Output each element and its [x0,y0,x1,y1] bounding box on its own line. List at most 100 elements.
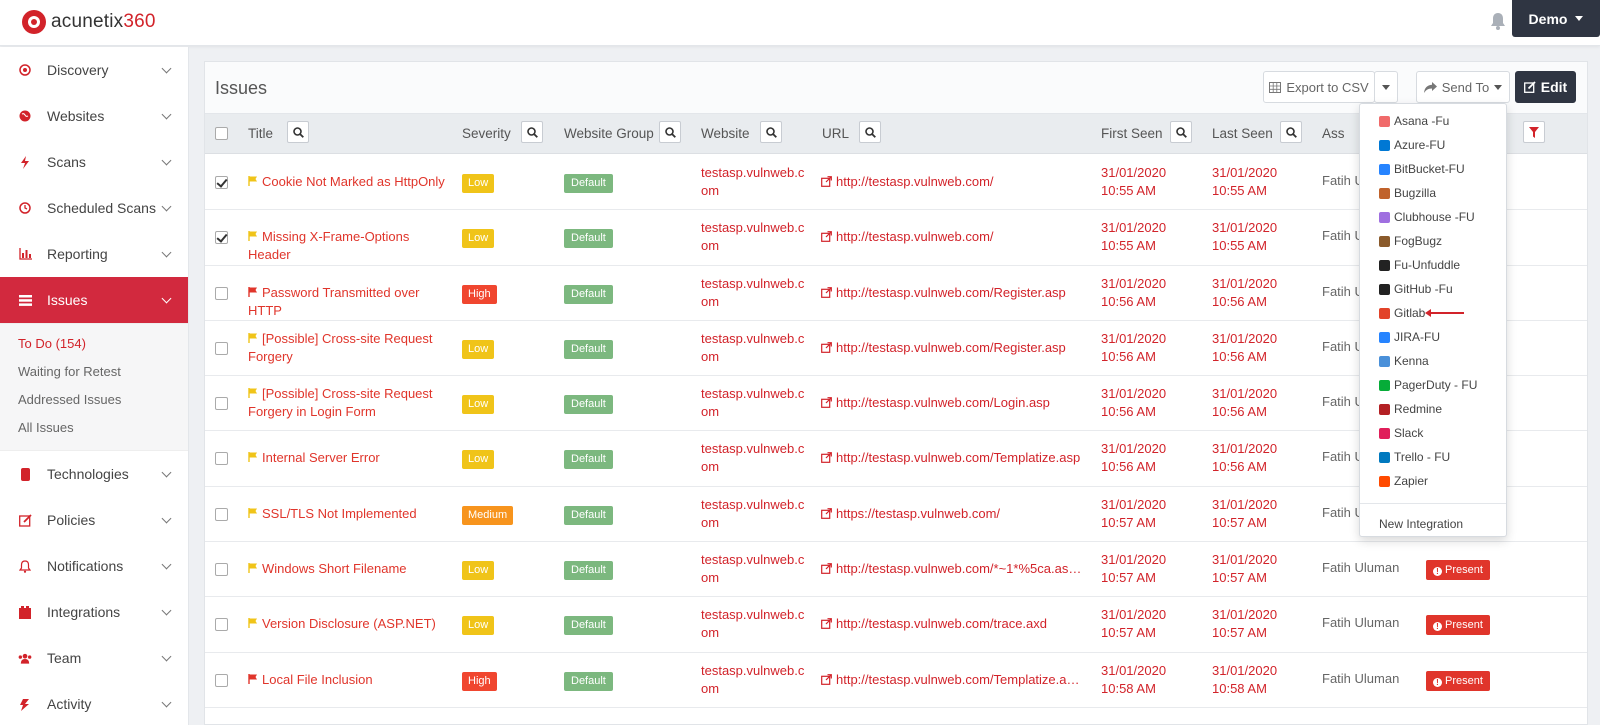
sidebar-item-discovery[interactable]: Discovery [0,47,188,93]
send-to-button[interactable]: Send To [1416,71,1510,103]
sidebar-item-issues[interactable]: Issues [0,277,188,323]
url-link[interactable]: http://testasp.vulnweb.com/Templatize.as… [821,449,1083,467]
row-checkbox[interactable] [215,618,228,632]
row-checkbox[interactable] [215,231,228,245]
export-csv-button[interactable]: Export to CSV [1263,71,1375,103]
send-to-item-jira-fu[interactable]: JIRA-FU [1360,325,1506,349]
sidebar-item-scans[interactable]: Scans [0,139,188,185]
subnav-waiting-for-retest[interactable]: Waiting for Retest [0,358,188,386]
website-link[interactable]: testasp.vulnweb.com [701,164,805,200]
sidebar-item-technologies[interactable]: Technologies [0,451,188,497]
row-checkbox[interactable] [215,397,228,411]
send-to-item-github-fu[interactable]: GitHub -Fu [1360,277,1506,301]
column-header-url[interactable]: URL [822,126,849,141]
website-group-search-button[interactable] [659,121,681,143]
url-search-button[interactable] [859,121,881,143]
edit-button[interactable]: Edit [1515,71,1576,103]
website-link[interactable]: testasp.vulnweb.com [701,385,805,421]
title-search-button[interactable] [287,121,309,143]
new-integration-item[interactable]: New Integration [1360,512,1506,536]
issue-title-link[interactable]: Missing X-Frame-Options Header [248,228,448,264]
url-link[interactable]: http://testasp.vulnweb.com/*~1*%5ca.asp.… [821,560,1083,578]
website-link[interactable]: testasp.vulnweb.com [701,551,805,587]
url-link[interactable]: http://testasp.vulnweb.com/Login.asp [821,394,1083,412]
row-checkbox[interactable] [215,673,228,687]
website-link[interactable]: testasp.vulnweb.com [701,662,805,698]
issue-title-link[interactable]: Version Disclosure (ASP.NET) [248,615,448,633]
url-link[interactable]: http://testasp.vulnweb.com/ [821,173,1083,191]
filter-button[interactable] [1523,121,1545,143]
issue-title-link[interactable]: Password Transmitted over HTTP [248,284,448,320]
user-menu-button[interactable]: Demo [1512,0,1600,37]
select-all-checkbox[interactable] [215,127,228,140]
sidebar-item-policies[interactable]: Policies [0,497,188,543]
issue-title-link[interactable]: Cookie Not Marked as HttpOnly [248,173,448,191]
column-header-first-seen[interactable]: First Seen [1101,126,1163,141]
issue-title-link[interactable]: [Possible] Cross-site Request Forgery in… [248,385,448,421]
status-badge[interactable]: !Present [1426,560,1490,581]
sidebar-item-scheduled-scans[interactable]: Scheduled Scans [0,185,188,231]
website-link[interactable]: testasp.vulnweb.com [701,330,805,366]
send-to-item-bitbucket-fu[interactable]: BitBucket-FU [1360,157,1506,181]
send-to-item-trello-fu[interactable]: Trello - FU [1360,445,1506,469]
sidebar-item-notifications[interactable]: Notifications [0,543,188,589]
send-to-item-clubhouse-fu[interactable]: Clubhouse -FU [1360,205,1506,229]
status-badge[interactable]: !Present [1426,670,1490,691]
notification-bell-icon[interactable] [1490,12,1506,30]
column-header-title[interactable]: Title [248,126,273,141]
send-to-item-fu-unfuddle[interactable]: Fu-Unfuddle [1360,253,1506,277]
row-checkbox[interactable] [215,507,228,521]
issue-title-link[interactable]: [Possible] Cross-site Request Forgery [248,330,448,366]
url-link[interactable]: https://testasp.vulnweb.com/ [821,505,1083,523]
row-checkbox[interactable] [215,341,228,355]
send-to-item-zapier[interactable]: Zapier [1360,469,1506,493]
severity-search-button[interactable] [521,121,543,143]
issue-title-link[interactable]: Local File Inclusion [248,671,448,689]
subnav-addressed-issues[interactable]: Addressed Issues [0,386,188,414]
send-to-item-gitlab[interactable]: Gitlab [1360,301,1506,325]
acunetix-logo[interactable]: acunetix360 [22,10,156,34]
first-seen-search-button[interactable] [1170,121,1192,143]
table-row[interactable]: Version Disclosure (ASP.NET) Low Default te… [205,597,1587,653]
row-checkbox[interactable] [215,176,228,189]
issue-title-link[interactable]: Internal Server Error [248,449,448,467]
sidebar-item-integrations[interactable]: Integrations [0,589,188,635]
row-checkbox[interactable] [215,452,228,466]
column-header-assignee[interactable]: Ass [1322,126,1345,141]
url-link[interactable]: http://testasp.vulnweb.com/trace.axd [821,615,1083,633]
send-to-item-slack[interactable]: Slack [1360,421,1506,445]
issue-title-link[interactable]: SSL/TLS Not Implemented [248,505,448,523]
url-link[interactable]: http://testasp.vulnweb.com/ [821,228,1083,246]
issue-title-link[interactable]: Windows Short Filename [248,560,448,578]
send-to-item-pagerduty-fu[interactable]: PagerDuty - FU [1360,373,1506,397]
send-to-item-redmine[interactable]: Redmine [1360,397,1506,421]
column-header-website-group[interactable]: Website Group [564,126,654,141]
table-row[interactable]: Local File Inclusion High Default testasp.v… [205,653,1587,708]
send-to-item-kenna[interactable]: Kenna [1360,349,1506,373]
subnav-to-do[interactable]: To Do (154) [0,330,188,358]
table-row[interactable]: Windows Short Filename Low Default testasp.… [205,542,1587,598]
sidebar-item-activity[interactable]: Activity [0,681,188,725]
url-link[interactable]: http://testasp.vulnweb.com/Templatize.as… [821,671,1083,689]
column-header-last-seen[interactable]: Last Seen [1212,126,1273,141]
status-badge[interactable]: !Present [1426,615,1490,636]
website-link[interactable]: testasp.vulnweb.com [701,219,805,255]
row-checkbox[interactable] [215,286,228,300]
export-options-toggle[interactable] [1374,71,1398,103]
send-to-item-asana-fu[interactable]: Asana -Fu [1360,109,1506,133]
website-search-button[interactable] [760,121,782,143]
url-link[interactable]: http://testasp.vulnweb.com/Register.asp [821,339,1083,357]
website-link[interactable]: testasp.vulnweb.com [701,440,805,476]
url-link[interactable]: http://testasp.vulnweb.com/Register.asp [821,284,1083,302]
send-to-item-fogbugz[interactable]: FogBugz [1360,229,1506,253]
sidebar-item-websites[interactable]: Websites [0,93,188,139]
column-header-severity[interactable]: Severity [462,126,511,141]
column-header-website[interactable]: Website [701,126,750,141]
send-to-item-bugzilla[interactable]: Bugzilla [1360,181,1506,205]
sidebar-item-reporting[interactable]: Reporting [0,231,188,277]
website-link[interactable]: testasp.vulnweb.com [701,606,805,642]
website-link[interactable]: testasp.vulnweb.com [701,496,805,532]
website-link[interactable]: testasp.vulnweb.com [701,275,805,311]
sidebar-item-team[interactable]: Team [0,635,188,681]
row-checkbox[interactable] [215,563,228,577]
